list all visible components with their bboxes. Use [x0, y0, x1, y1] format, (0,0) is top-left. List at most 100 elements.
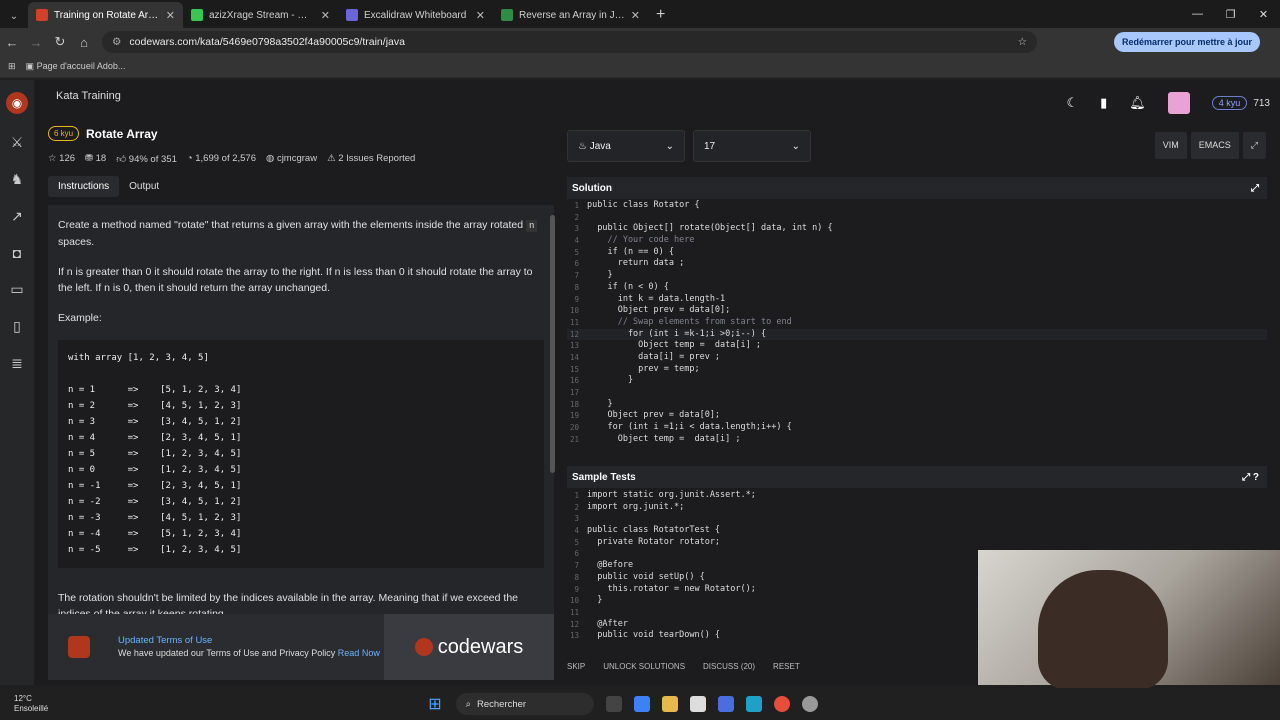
close-tab-icon[interactable]: ✕: [476, 9, 485, 22]
codewars-mark-icon: [414, 638, 433, 656]
restart-update-button[interactable]: Redémarrer pour mettre à jour: [1113, 32, 1260, 52]
notifications-icon[interactable]: 🔔︎: [1129, 95, 1146, 111]
code-line[interactable]: 8 if (n < 0) {: [567, 282, 1267, 294]
train-icon[interactable]: ⚔: [11, 134, 24, 151]
taskbar-search[interactable]: ⌕ Rechercher: [455, 693, 594, 715]
start-icon[interactable]: ⊞: [428, 694, 441, 714]
chrome-icon[interactable]: [773, 696, 790, 712]
tab-output[interactable]: Output: [119, 176, 169, 197]
fullscreen-icon[interactable]: ⤢: [1242, 132, 1266, 159]
version-select[interactable]: 17 ⌄: [693, 130, 811, 162]
codewars-logo-icon[interactable]: ◉: [6, 92, 28, 114]
tab-menu-icon[interactable]: ⌄: [0, 11, 28, 22]
new-tab-button[interactable]: +: [656, 6, 665, 24]
language-select[interactable]: ♨ Java ⌄: [567, 130, 685, 162]
code-line[interactable]: 9 int k = data.length-1: [567, 294, 1267, 306]
terms-heading[interactable]: Updated Terms of Use: [118, 635, 380, 647]
breadcrumb: Kata Training: [56, 90, 121, 102]
url-field[interactable]: ⚙ codewars.com/kata/5469e0798a3502f4a900…: [102, 31, 1037, 53]
close-window-icon[interactable]: ✕: [1247, 0, 1280, 28]
code-line[interactable]: 16 }: [567, 375, 1267, 387]
edge-icon[interactable]: [745, 696, 762, 712]
line-text: }: [587, 270, 613, 281]
tab-title: Reverse an Array in Java - Geek: [519, 9, 625, 21]
site-info-icon[interactable]: ⚙: [112, 36, 121, 48]
line-text: Object prev = data[0];: [587, 305, 731, 316]
discuss-button[interactable]: DISCUSS (20): [703, 662, 755, 671]
close-tab-icon[interactable]: ✕: [631, 9, 640, 22]
code-line[interactable]: 20 for (int i =1;i < data.length;i++) {: [567, 422, 1267, 434]
browser-tab[interactable]: azizXrage Stream - Watch Live ✕: [183, 2, 338, 28]
collections-stat[interactable]: ⛃ 18: [85, 153, 106, 165]
code-line[interactable]: 3 public Object[] rotate(Object[] data, …: [567, 223, 1267, 235]
bookmark-star-icon[interactable]: ☆: [1018, 36, 1027, 48]
code-line[interactable]: 11 // Swap elements from start to end: [567, 317, 1267, 329]
author-link[interactable]: ◍ cjmcgraw: [266, 153, 317, 165]
apps-icon[interactable]: ⊞: [8, 61, 16, 72]
reset-button[interactable]: RESET: [773, 662, 800, 671]
line-text: Object prev = data[0];: [587, 410, 721, 421]
vim-mode-button[interactable]: VIM: [1154, 132, 1187, 159]
docs-icon[interactable]: ▯: [13, 318, 21, 335]
code-line[interactable]: 15 prev = temp;: [567, 364, 1267, 376]
read-now-link[interactable]: Read Now: [338, 648, 380, 658]
stars-stat[interactable]: ☆ 126: [48, 153, 75, 165]
notes-icon[interactable]: ≣: [11, 355, 23, 372]
code-line[interactable]: 4 // Your code here: [567, 235, 1267, 247]
code-line[interactable]: 2: [567, 212, 1267, 224]
code-line[interactable]: 4 public class RotatorTest {: [567, 525, 1267, 537]
code-line[interactable]: 5 if (n == 0) {: [567, 247, 1267, 259]
leaders-icon[interactable]: ↗: [11, 208, 23, 225]
instructions-scrollbar[interactable]: [550, 215, 555, 473]
code-line[interactable]: 10 Object prev = data[0];: [567, 305, 1267, 317]
weather-widget[interactable]: 12°C Ensoleillé: [14, 694, 48, 714]
code-line[interactable]: 21 Object temp = data[i] ;: [567, 434, 1267, 446]
code-line[interactable]: 6 return data ;: [567, 258, 1267, 270]
minimize-icon[interactable]: —: [1181, 0, 1214, 28]
code-line[interactable]: 5 private Rotator rotator;: [567, 537, 1267, 549]
expand-icon[interactable]: ⤢: [1251, 183, 1259, 194]
home-icon[interactable]: ⌂: [72, 35, 96, 50]
emacs-mode-button[interactable]: EMACS: [1190, 132, 1239, 159]
file-explorer-icon[interactable]: [661, 696, 678, 712]
code-line[interactable]: 1 import static org.junit.Assert.*;: [567, 490, 1267, 502]
browser-tab[interactable]: Excalidraw Whiteboard ✕: [338, 2, 493, 28]
reload-icon[interactable]: ↻: [48, 34, 72, 50]
unlock-solutions-button[interactable]: UNLOCK SOLUTIONS: [603, 662, 685, 671]
back-icon[interactable]: ←: [0, 35, 24, 50]
discord-icon[interactable]: ◘: [13, 245, 21, 261]
browser-tab[interactable]: Training on Rotate Array | Code ✕: [28, 2, 183, 28]
code-line[interactable]: 1 public class Rotator {: [567, 200, 1267, 212]
code-line[interactable]: 7 }: [567, 270, 1267, 282]
close-tab-icon[interactable]: ✕: [321, 9, 330, 22]
code-line[interactable]: 19 Object prev = data[0];: [567, 410, 1267, 422]
bookmark-item[interactable]: ▣ Page d'accueil Adob...: [26, 61, 126, 72]
solution-editor[interactable]: 1 public class Rotator {2 3 public Object[…: [567, 200, 1267, 450]
expand-icon[interactable]: ⤢ ?: [1242, 472, 1259, 483]
forward-icon[interactable]: →: [24, 35, 48, 50]
obs-icon[interactable]: [801, 696, 818, 712]
discuss-icon[interactable]: ▭: [10, 281, 23, 298]
line-number: 5: [574, 247, 579, 257]
copilot-icon[interactable]: [633, 696, 650, 712]
tab-instructions[interactable]: Instructions: [48, 176, 120, 197]
code-line[interactable]: 12 for (int i =k-1;i >0;i--) {: [567, 328, 1267, 341]
practice-icon[interactable]: ♞: [11, 171, 24, 188]
theme-toggle-icon[interactable]: ☾: [1066, 95, 1078, 111]
issues-link[interactable]: ⚠ 2 Issues Reported: [327, 153, 415, 165]
code-line[interactable]: 18 }: [567, 399, 1267, 411]
maximize-icon[interactable]: ❐: [1214, 0, 1247, 28]
avatar[interactable]: [1167, 92, 1190, 114]
browser-tab[interactable]: Reverse an Array in Java - Geek ✕: [493, 2, 648, 28]
bookmark-icon[interactable]: ▮: [1100, 95, 1107, 111]
task-view-icon[interactable]: [605, 696, 622, 712]
code-line[interactable]: 2 import org.junit.*;: [567, 502, 1267, 514]
app-icon[interactable]: [717, 696, 734, 712]
skip-button[interactable]: SKIP: [567, 662, 585, 671]
code-line[interactable]: 17: [567, 387, 1267, 399]
code-line[interactable]: 13 Object temp = data[i] ;: [567, 340, 1267, 352]
code-line[interactable]: 14 data[i] = prev ;: [567, 352, 1267, 364]
close-tab-icon[interactable]: ✕: [166, 9, 175, 22]
store-icon[interactable]: [689, 696, 706, 712]
code-line[interactable]: 3: [567, 513, 1267, 525]
